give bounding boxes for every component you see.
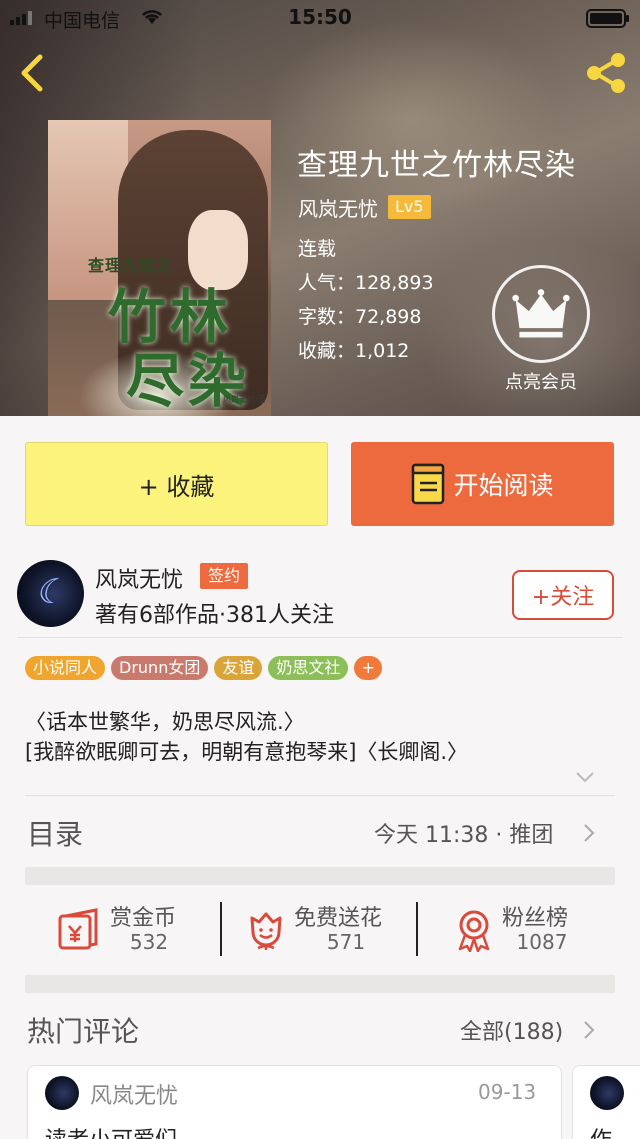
divider <box>25 795 615 796</box>
collect-button[interactable]: + 收藏 <box>25 442 328 526</box>
hot-comments-title: 热门评论 <box>27 1015 140 1048</box>
commenter-avatar[interactable] <box>590 1076 624 1110</box>
latest-chapter-info[interactable]: 今天 11:38 · 推团 <box>374 817 553 849</box>
author-line: 风岚无忧 Lv5 <box>298 193 431 222</box>
chevron-down-icon[interactable] <box>574 770 596 784</box>
book-header: 中国电信 15:50 查理九世之 竹林 尽染 风岚无忧/著 查理九世之竹林尽染 <box>0 0 640 416</box>
avatar-art: ☾ <box>35 572 66 612</box>
book-icon <box>412 463 445 505</box>
tag-item[interactable]: 小说同人 <box>25 656 106 680</box>
tag-list: 小说同人 Drunn女团 友谊 奶思文社 + <box>25 656 383 680</box>
status-bar: 中国电信 15:50 <box>0 0 640 36</box>
section-separator <box>25 867 615 885</box>
tag-item[interactable]: 奶思文社 <box>268 656 349 680</box>
comment-card[interactable]: 风岚无忧 09-13 读者小可爱们 <box>27 1065 562 1139</box>
comment-text: 作 <box>590 1122 612 1139</box>
all-comments-link[interactable]: 全部(188) <box>460 1014 563 1046</box>
cover-author: 风岚无忧/著 <box>223 395 266 404</box>
serial-status: 连载 <box>298 238 337 260</box>
tag-item[interactable]: 友谊 <box>214 656 263 680</box>
catalog-title[interactable]: 目录 <box>27 813 83 853</box>
word-count: 字数：72,898 <box>298 306 422 328</box>
clock: 15:50 <box>288 5 352 29</box>
envelope-yen-icon <box>58 908 98 950</box>
comment-card[interactable]: 作 <box>572 1065 640 1139</box>
stat-divider <box>220 902 222 956</box>
send-flowers-stat[interactable]: 免费送花 571 <box>244 898 414 962</box>
commenter-name[interactable]: 风岚无忧 <box>90 1078 178 1110</box>
comment-text: 读者小可爱们 <box>45 1122 177 1139</box>
tag-item[interactable]: Drunn女团 <box>111 656 209 680</box>
stat-label: 赏金币 <box>110 906 177 931</box>
medal-icon <box>458 910 490 952</box>
back-icon[interactable] <box>14 50 54 96</box>
author-name[interactable]: 风岚无忧 <box>298 193 378 222</box>
battery-icon <box>586 9 629 28</box>
description-line: [我醉欲眠卿可去，明朝有意抱琴来]〈长卿阁.〉 <box>25 740 469 764</box>
level-badge: Lv5 <box>388 195 431 219</box>
favorites-count: 收藏：1,012 <box>298 340 410 362</box>
section-separator <box>25 975 615 993</box>
comment-date: 09-13 <box>478 1080 537 1104</box>
chevron-right-icon[interactable] <box>582 822 596 844</box>
vip-label[interactable]: 点亮会员 <box>490 368 592 394</box>
book-cover[interactable]: 查理九世之 竹林 尽染 风岚无忧/著 <box>48 120 271 416</box>
stat-label: 免费送花 <box>294 906 383 931</box>
header-background <box>260 20 560 220</box>
popularity-count: 人气：128,893 <box>298 272 434 294</box>
crown-icon[interactable] <box>492 265 590 363</box>
share-icon[interactable] <box>582 50 630 96</box>
book-title: 查理九世之竹林尽染 <box>297 148 576 183</box>
commenter-avatar[interactable] <box>45 1076 79 1110</box>
stat-value: 571 <box>326 930 366 954</box>
author-avatar[interactable]: ☾ <box>17 560 84 627</box>
flower-icon <box>250 912 282 950</box>
author-stats: 著有6部作品·381人关注 <box>95 603 334 628</box>
reward-coins-stat[interactable]: 赏金币 532 <box>54 898 214 962</box>
fan-ranking-stat[interactable]: 粉丝榜 1087 <box>452 898 622 962</box>
stat-value: 532 <box>129 930 169 954</box>
stat-divider <box>416 902 418 956</box>
chevron-right-icon[interactable] <box>582 1019 596 1041</box>
start-reading-label: 开始阅读 <box>453 471 554 500</box>
stat-value: 1087 <box>516 930 568 954</box>
follow-button[interactable]: +关注 <box>512 570 614 620</box>
divider <box>17 637 623 638</box>
stat-label: 粉丝榜 <box>502 906 569 931</box>
description-line: 〈话本世繁华，奶思尽风流.〉 <box>25 710 305 734</box>
signed-badge: 签约 <box>200 563 249 589</box>
author-card-name[interactable]: 风岚无忧 <box>95 562 183 594</box>
start-reading-button[interactable]: 开始阅读 <box>351 442 614 526</box>
add-tag-button[interactable]: + <box>354 656 383 680</box>
